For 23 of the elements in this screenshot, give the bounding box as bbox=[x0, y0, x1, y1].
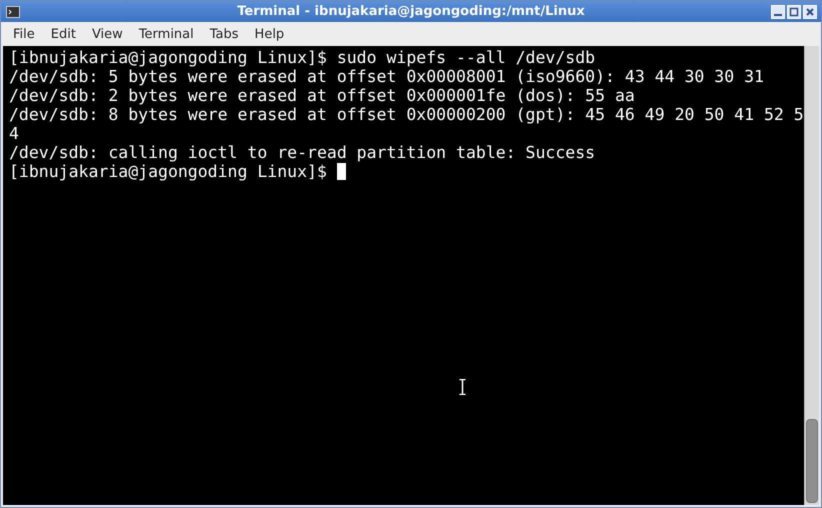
terminal-line: [ibnujakaria@jagongoding Linux]$ sudo wipefs --all /dev/sdb bbox=[9, 48, 596, 67]
menu-item[interactable]: Terminal bbox=[130, 26, 202, 42]
scrollbar[interactable] bbox=[804, 46, 819, 505]
scrollbar-thumb[interactable] bbox=[806, 419, 818, 503]
prompt-line: [ibnujakaria@jagongoding Linux]$ bbox=[9, 162, 328, 181]
menu-item[interactable]: Edit bbox=[42, 26, 84, 42]
window-title: Terminal - ibnujakaria@jagongoding:/mnt/Linux bbox=[237, 4, 585, 19]
close-icon[interactable] bbox=[803, 4, 817, 18]
terminal-icon bbox=[6, 6, 20, 18]
terminal-line: /dev/sdb: 5 bytes were erased at offset 0x00008001 (iso9660): 43 44 30 30 31 bbox=[9, 67, 764, 86]
terminal-line: /dev/sdb: 8 bytes were erased at offset 0x00000200 (gpt): 45 46 49 20 50 41 52 5 bbox=[9, 105, 804, 124]
terminal-line: /dev/sdb: calling ioctl to re-read partition table: Success bbox=[9, 143, 596, 162]
ibeam-cursor-icon bbox=[459, 379, 466, 395]
text-cursor bbox=[336, 163, 346, 180]
maximize-icon[interactable] bbox=[787, 4, 801, 18]
terminal-line: 4 bbox=[9, 124, 19, 143]
menu-item[interactable]: View bbox=[84, 26, 131, 42]
menu-item[interactable]: Help bbox=[246, 26, 292, 42]
menu-item[interactable]: File bbox=[5, 26, 43, 42]
minimize-icon[interactable] bbox=[771, 4, 785, 18]
terminal-area[interactable] bbox=[3, 46, 804, 505]
menu-item[interactable]: Tabs bbox=[202, 26, 247, 42]
terminal-line: /dev/sdb: 2 bytes were erased at offset 0x000001fe (dos): 55 aa bbox=[9, 86, 635, 105]
